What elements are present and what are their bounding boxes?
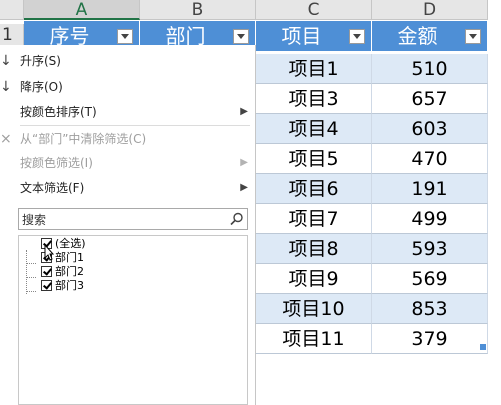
cell-amount[interactable]: 569 xyxy=(372,264,488,294)
tree-line xyxy=(26,263,36,264)
cell-project[interactable]: 项目6 xyxy=(256,174,372,204)
menu-label: 从“部门”中清除筛选(C) xyxy=(20,132,147,146)
menu-label: 按颜色筛选(I) xyxy=(20,156,93,170)
filter-dropdown-project[interactable] xyxy=(349,29,365,44)
checkbox[interactable] xyxy=(41,280,52,291)
cell-amount[interactable]: 470 xyxy=(372,144,488,174)
submenu-arrow-icon: ▶ xyxy=(240,182,248,193)
cell-project[interactable]: 项目5 xyxy=(256,144,372,174)
cell-amount[interactable]: 379 xyxy=(372,324,488,354)
filter-dropdown-amount[interactable] xyxy=(465,29,481,44)
menu-label: 文本筛选(F) xyxy=(20,181,85,195)
cell-amount[interactable]: 853 xyxy=(372,294,488,324)
filter-item-label: 部门2 xyxy=(55,265,84,278)
tree-line xyxy=(26,291,36,292)
filter-panel: ↓ 升序(S) ↓ 降序(O) 按颜色排序(T) ▶ ⨯ 从“部门”中清除筛选(… xyxy=(0,45,256,405)
cell-amount[interactable]: 603 xyxy=(372,114,488,144)
cell-project[interactable]: 项目9 xyxy=(256,264,372,294)
cell-project[interactable]: 项目10 xyxy=(256,294,372,324)
cell-project[interactable]: 项目8 xyxy=(256,234,372,264)
tree-line xyxy=(26,250,27,294)
cell-amount[interactable]: 657 xyxy=(372,84,488,114)
menu-text-filter[interactable]: 文本筛选(F) ▶ xyxy=(0,176,256,200)
submenu-arrow-icon: ▶ xyxy=(240,157,248,168)
search-placeholder: 搜索 xyxy=(22,213,47,227)
cell-project[interactable]: 项目1 xyxy=(256,54,372,84)
filter-item-label: 部门3 xyxy=(55,279,84,292)
search-icon xyxy=(230,212,243,226)
filter-dropdown-dept[interactable] xyxy=(233,29,249,44)
cell-project[interactable]: 项目3 xyxy=(256,84,372,114)
menu-label: 降序(O) xyxy=(20,80,63,94)
cell-amount[interactable]: 593 xyxy=(372,234,488,264)
menu-sort-by-color[interactable]: 按颜色排序(T) ▶ xyxy=(0,100,256,124)
menu-label: 升序(S) xyxy=(20,54,61,68)
cell-amount[interactable]: 191 xyxy=(372,174,488,204)
menu-sort-descending[interactable]: ↓ 降序(O) xyxy=(0,75,256,99)
column-header-b[interactable]: B xyxy=(140,0,256,20)
filter-dropdown-seq[interactable] xyxy=(117,29,133,44)
filter-item-label: 部门1 xyxy=(55,251,84,264)
sort-ascending-icon: ↓ xyxy=(0,53,12,69)
cell-project[interactable]: 项目4 xyxy=(256,114,372,144)
menu-separator xyxy=(20,125,250,126)
cell-project[interactable]: 项目11 xyxy=(256,324,372,354)
tree-line xyxy=(26,277,36,278)
header-cell-amount[interactable]: 金额 xyxy=(372,21,488,51)
cell-project[interactable]: 项目7 xyxy=(256,204,372,234)
clear-filter-icon: ⨯ xyxy=(0,131,12,147)
column-header-c[interactable]: C xyxy=(256,0,372,20)
mouse-cursor-icon xyxy=(44,244,54,261)
cell-amount[interactable]: 499 xyxy=(372,204,488,234)
column-header-d[interactable]: D xyxy=(372,0,488,20)
menu-filter-by-color[interactable]: 按颜色筛选(I) ▶ xyxy=(0,151,256,175)
checkbox[interactable] xyxy=(41,266,52,277)
header-cell-project[interactable]: 项目 xyxy=(256,21,372,51)
header-label-amount: 金额 xyxy=(397,24,438,48)
table-resize-handle[interactable] xyxy=(480,344,486,350)
header-label-project: 项目 xyxy=(281,24,322,48)
menu-clear-filter[interactable]: ⨯ 从“部门”中清除筛选(C) xyxy=(0,127,256,151)
search-input[interactable]: 搜索 xyxy=(18,208,248,230)
sort-descending-icon: ↓ xyxy=(0,79,12,95)
corner-cell[interactable] xyxy=(0,0,24,20)
filter-item-label: (全选) xyxy=(55,237,86,250)
column-header-a[interactable]: A xyxy=(24,0,140,20)
menu-sort-ascending[interactable]: ↓ 升序(S) xyxy=(0,49,256,73)
menu-label: 按颜色排序(T) xyxy=(20,105,97,119)
submenu-arrow-icon: ▶ xyxy=(240,106,248,117)
cell-amount[interactable]: 510 xyxy=(372,54,488,84)
